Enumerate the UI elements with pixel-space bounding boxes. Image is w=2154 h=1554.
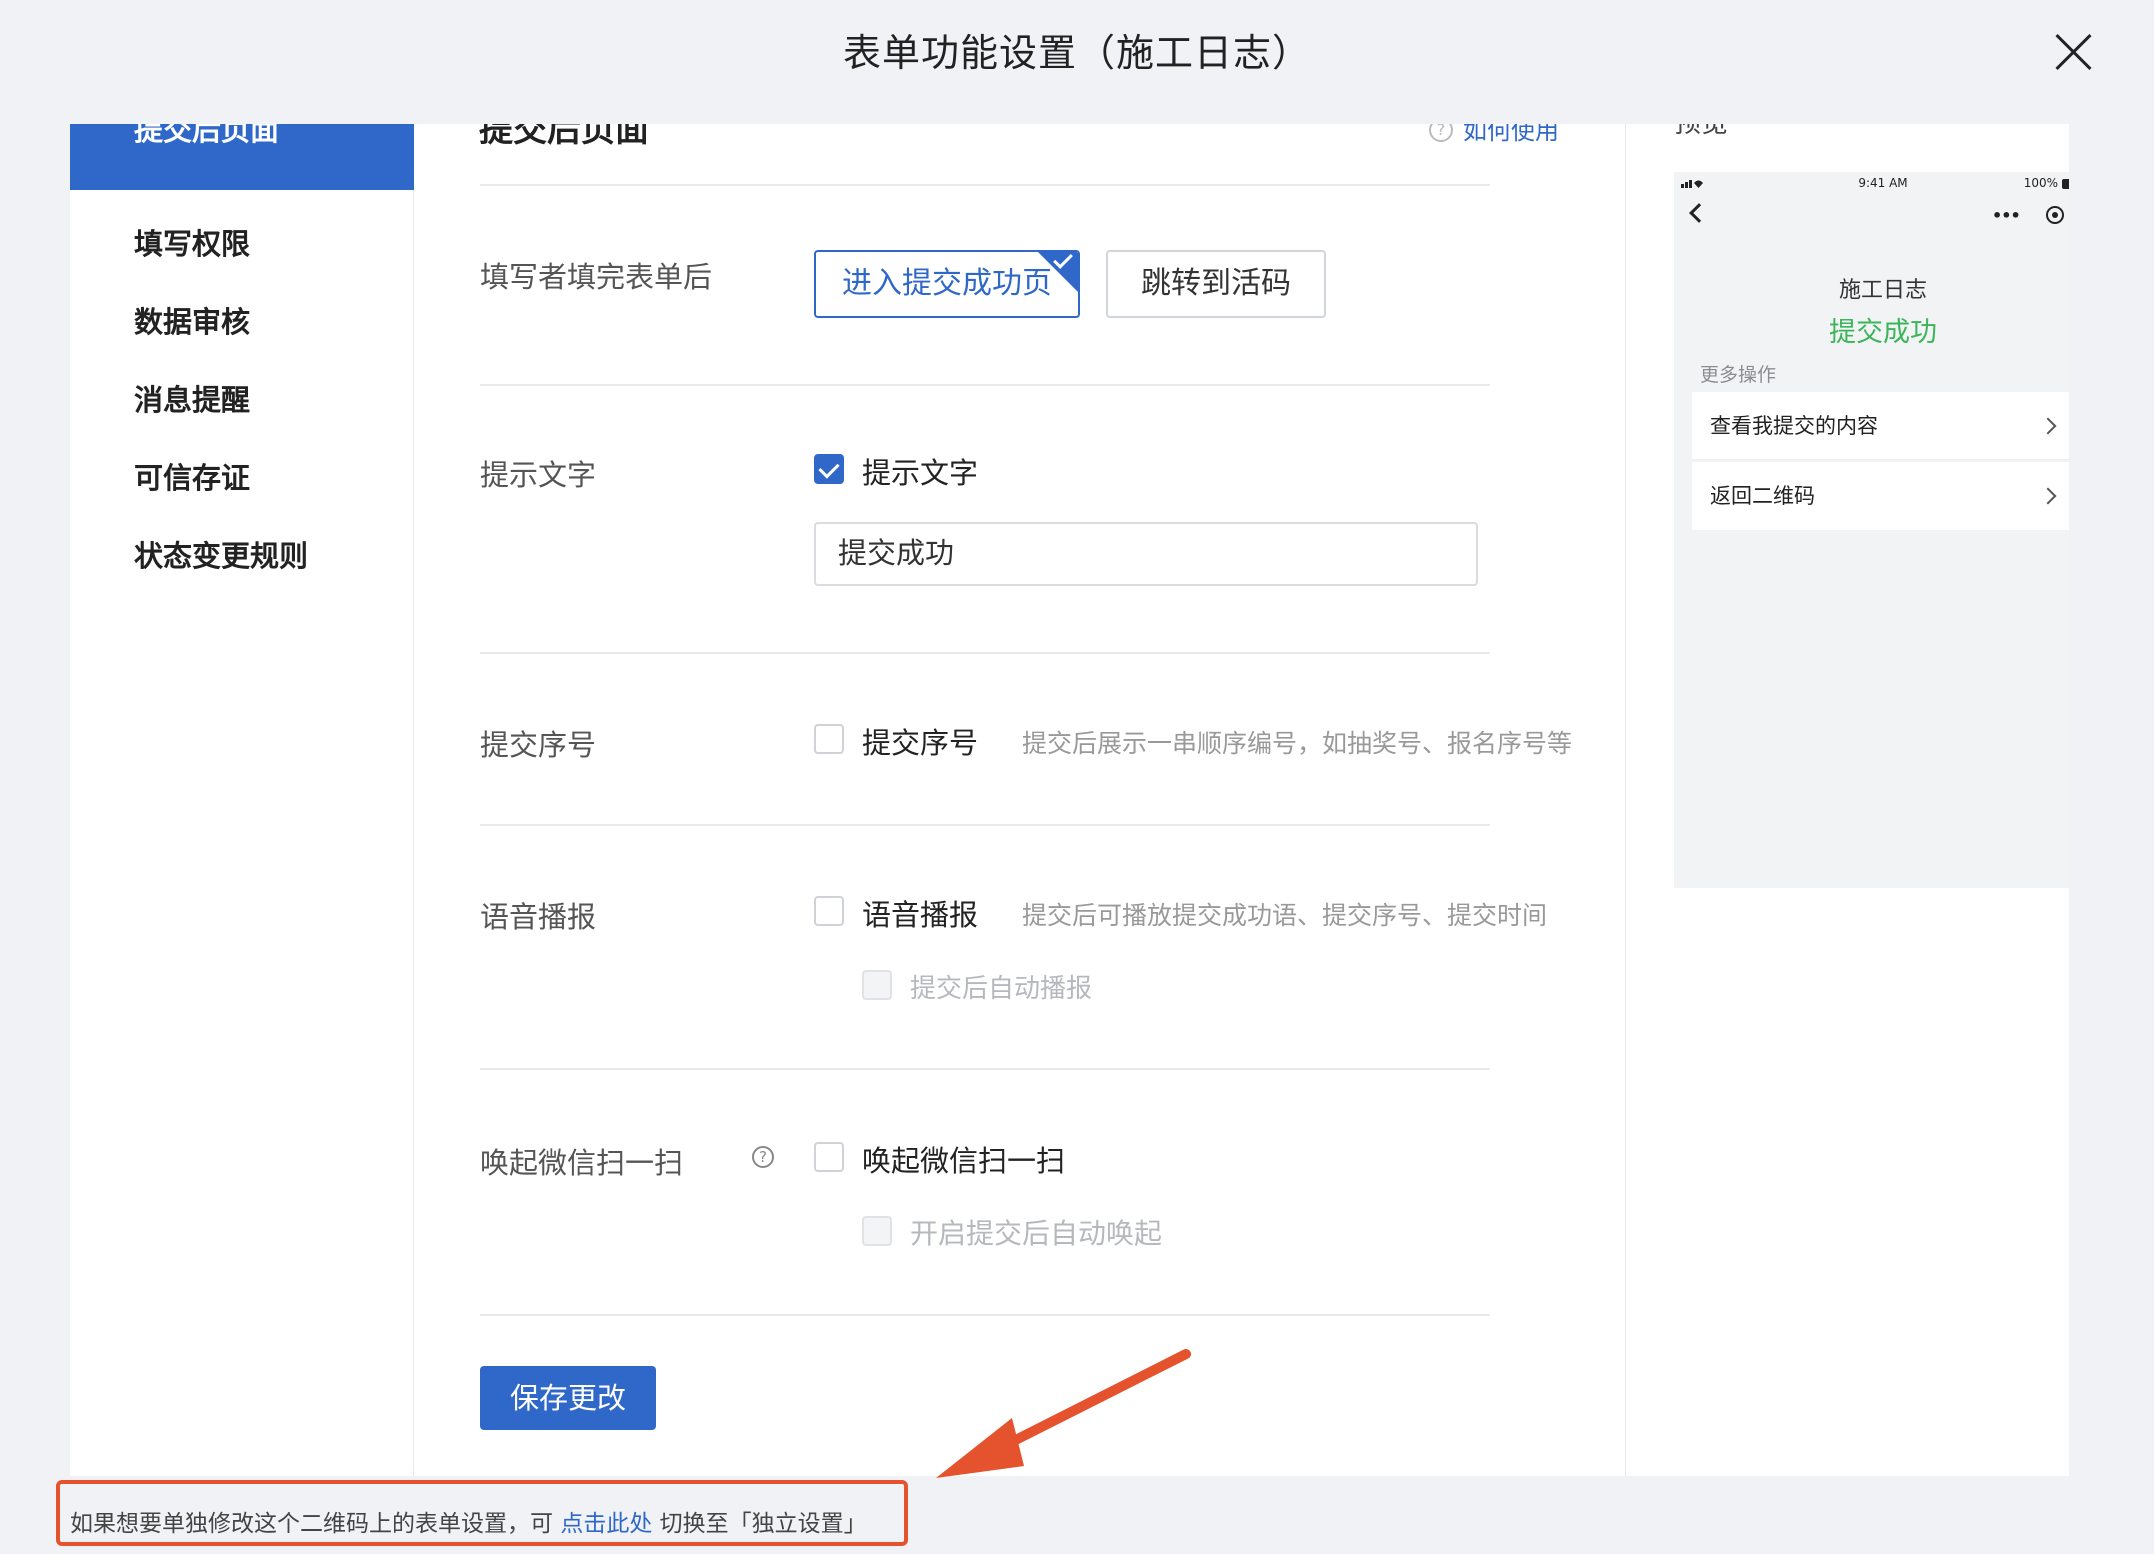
section-title: 提交后页面 xyxy=(479,124,649,150)
dialog-header: 表单功能设置（施工日志） xyxy=(0,0,2154,124)
prompt-text-checkbox-label: 提示文字 xyxy=(862,456,979,490)
chevron-right-icon xyxy=(2039,487,2057,505)
chevron-right-icon xyxy=(2039,417,2057,435)
switch-independent-link[interactable]: 点击此处 xyxy=(560,1511,652,1537)
footer-note: 如果想要单独修改这个二维码上的表单设置，可 点击此处 切换至「独立设置」 xyxy=(70,1504,867,1538)
voice-checkbox[interactable] xyxy=(814,896,844,926)
preview-more-label: 更多操作 xyxy=(1700,364,1777,386)
voice-hint: 提交后可播放提交成功语、提交序号、提交时间 xyxy=(1022,901,1548,930)
sidebar-item-data-review[interactable]: 数据审核 xyxy=(70,288,414,356)
phone-preview: 9:41 AM 100% ••• 施工日志 提交成功 更多操作 查看我提交的内容… xyxy=(1674,172,2069,888)
help-icon: ? xyxy=(1429,124,1453,142)
auto-invoke-checkbox xyxy=(862,1216,892,1246)
option-success-page[interactable]: 进入提交成功页 xyxy=(814,250,1080,318)
howto-label: 如何使用 xyxy=(1463,124,1559,145)
battery-icon xyxy=(2062,178,2069,189)
after-submit-label: 填写者填完表单后 xyxy=(480,260,713,294)
sidebar-item-fill-permission[interactable]: 填写权限 xyxy=(70,210,414,278)
preview-item-back-qrcode: 返回二维码 xyxy=(1692,462,2069,530)
question-icon[interactable]: ? xyxy=(752,1146,774,1168)
back-icon xyxy=(1689,203,1709,223)
footer-note-prefix: 如果想要单独修改这个二维码上的表单设置，可 xyxy=(70,1511,553,1537)
save-button[interactable]: 保存更改 xyxy=(480,1366,656,1430)
dialog-body: 提交后页面 填写权限 数据审核 消息提醒 可信存证 状态变更规则 提交后页面 ?… xyxy=(70,124,2069,1476)
preview-item-view-submission: 查看我提交的内容 xyxy=(1692,392,2069,460)
preview-item-label: 返回二维码 xyxy=(1710,484,1815,508)
divider xyxy=(480,384,1490,386)
divider xyxy=(480,184,1490,186)
footer-note-suffix: 切换至「独立设置」 xyxy=(659,1511,867,1537)
battery-indicator: 100% xyxy=(2024,176,2069,190)
sidebar: 提交后页面 填写权限 数据审核 消息提醒 可信存证 状态变更规则 xyxy=(70,124,414,1476)
auto-broadcast-label: 提交后自动播报 xyxy=(910,974,1093,1004)
divider xyxy=(480,1068,1490,1070)
prompt-text-label: 提示文字 xyxy=(480,458,597,492)
option-live-code[interactable]: 跳转到活码 xyxy=(1106,250,1326,318)
preview-form-title: 施工日志 xyxy=(1838,278,1927,303)
status-time: 9:41 AM xyxy=(1858,176,1908,190)
wechat-scan-label: 唤起微信扫一扫 xyxy=(480,1146,684,1180)
auto-broadcast-checkbox xyxy=(862,970,892,1000)
sidebar-item-status-rules[interactable]: 状态变更规则 xyxy=(70,522,414,590)
sidebar-item-trusted-evidence[interactable]: 可信存证 xyxy=(70,444,414,512)
target-icon xyxy=(2046,206,2064,224)
serial-number-label: 提交序号 xyxy=(480,728,597,762)
serial-number-checkbox-label: 提交序号 xyxy=(862,726,979,760)
divider xyxy=(480,1314,1490,1316)
preview-panel: 预览 9:41 AM 100% ••• 施工日志 提交成功 更多操作 查看我提交… xyxy=(1626,124,2069,1476)
sidebar-item-notifications[interactable]: 消息提醒 xyxy=(70,366,414,434)
auto-invoke-label: 开启提交后自动唤起 xyxy=(910,1217,1163,1250)
sidebar-item-after-submit-page[interactable]: 提交后页面 xyxy=(70,124,414,190)
settings-panel: 提交后页面 ? 如何使用 填写者填完表单后 进入提交成功页 跳转到活码 提示文字 … xyxy=(414,124,1626,1476)
preview-label: 预览 xyxy=(1674,124,1728,140)
sidebar-item-label: 提交后页面 xyxy=(134,124,280,147)
close-icon[interactable] xyxy=(2052,30,2096,74)
battery-label: 100% xyxy=(2023,176,2058,190)
divider xyxy=(480,652,1490,654)
prompt-text-checkbox[interactable] xyxy=(814,454,844,484)
more-dots-icon: ••• xyxy=(1992,206,2021,225)
voice-label: 语音播报 xyxy=(480,900,597,934)
prompt-text-input[interactable]: 提交成功 xyxy=(814,522,1478,586)
divider xyxy=(480,824,1490,826)
voice-checkbox-label: 语音播报 xyxy=(862,898,979,932)
option-label: 进入提交成功页 xyxy=(842,266,1052,301)
preview-success-text: 提交成功 xyxy=(1829,317,1937,348)
mini-program-capsule: ••• xyxy=(1988,200,2069,228)
dialog-title: 表单功能设置（施工日志） xyxy=(842,31,1311,75)
wechat-scan-checkbox[interactable] xyxy=(814,1142,844,1172)
serial-number-checkbox[interactable] xyxy=(814,724,844,754)
preview-item-label: 查看我提交的内容 xyxy=(1710,414,1878,438)
wechat-scan-checkbox-label: 唤起微信扫一扫 xyxy=(862,1144,1066,1178)
howto-link[interactable]: ? 如何使用 xyxy=(1429,124,1559,146)
serial-number-hint: 提交后展示一串顺序编号，如抽奖号、报名序号等 xyxy=(1022,729,1573,758)
status-bar: 9:41 AM 100% xyxy=(1674,172,2069,198)
